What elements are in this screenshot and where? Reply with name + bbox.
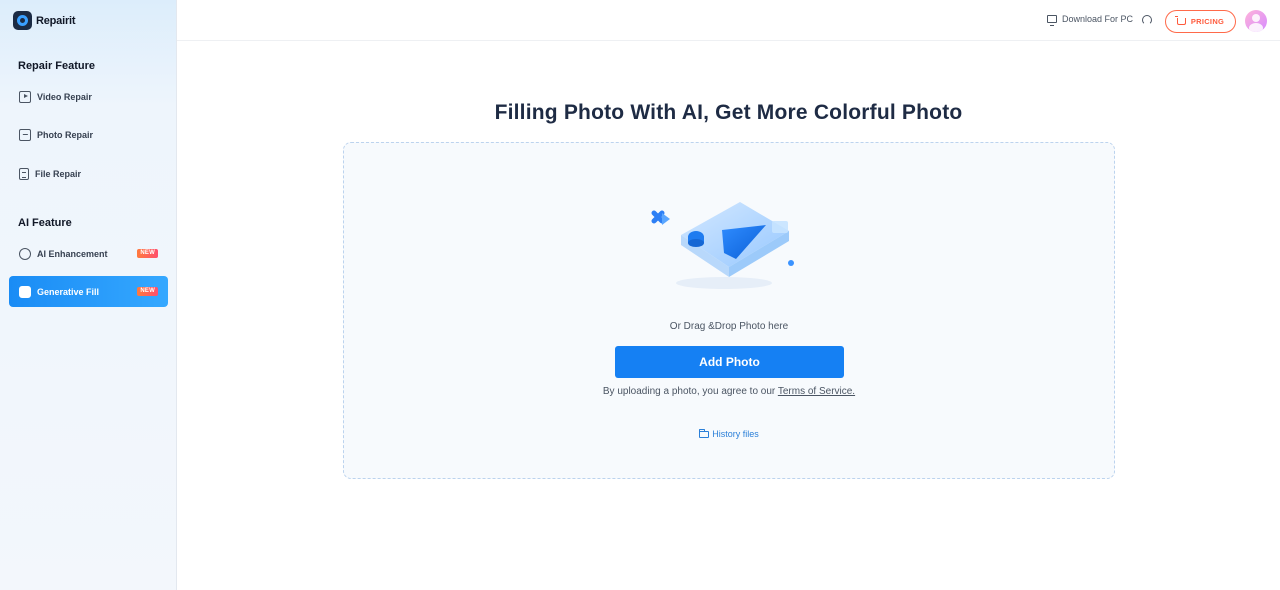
cart-icon [1174, 16, 1186, 25]
sidebar-item-label: Generative Fill [37, 286, 100, 297]
app-root: Repairit Repair Feature Video Repair Pho… [0, 0, 1280, 590]
upload-illustration [651, 202, 794, 289]
photo-icon [19, 128, 31, 141]
sidebar-item-label: File Repair [35, 168, 82, 179]
photo-drop-zone[interactable]: Or Drag &Drop Photo here Add Photo By up… [343, 142, 1115, 479]
history-files-link[interactable]: History files [344, 428, 1114, 439]
folder-icon [699, 428, 710, 438]
sidebar-item-label: Video Repair [37, 91, 92, 102]
ai-feature-heading: AI Feature [18, 217, 72, 229]
sidebar-item-generative-fill[interactable]: Generative Fill NEW [9, 276, 168, 307]
app-logo[interactable]: Repairit [13, 11, 76, 30]
sidebar-item-label: AI Enhancement [37, 248, 108, 259]
terms-notice: By uploading a photo, you agree to our T… [344, 386, 1114, 397]
repair-feature-heading: Repair Feature [18, 60, 96, 72]
sidebar-item-ai-enhancement[interactable]: AI Enhancement NEW [9, 238, 168, 269]
user-avatar[interactable] [1245, 10, 1267, 32]
support-headset-icon[interactable] [1142, 15, 1152, 25]
history-label: History files [712, 429, 759, 439]
drag-drop-hint: Or Drag &Drop Photo here [669, 321, 789, 332]
new-badge: NEW [137, 287, 158, 296]
sidebar-item-photo-repair[interactable]: Photo Repair [9, 119, 168, 150]
add-photo-button[interactable]: Add Photo [615, 346, 844, 378]
page-title: Filling Photo With AI, Get More Colorful… [494, 101, 963, 124]
repairit-logo-icon [13, 11, 32, 30]
sidebar: Repairit Repair Feature Video Repair Pho… [0, 0, 177, 590]
ai-icon [19, 247, 31, 260]
file-icon [19, 167, 29, 180]
sidebar-item-video-repair[interactable]: Video Repair [9, 81, 168, 112]
pricing-label: PRICING [1190, 17, 1225, 26]
top-bar: Download For PC PRICING [177, 0, 1280, 41]
pricing-button[interactable]: PRICING [1165, 10, 1236, 33]
sidebar-item-file-repair[interactable]: File Repair [9, 158, 168, 189]
sidebar-item-label: Photo Repair [37, 129, 94, 140]
terms-prefix: By uploading a photo, you agree to our [602, 386, 778, 397]
monitor-icon [1047, 15, 1057, 26]
terms-of-service-link[interactable]: Terms of Service. [778, 386, 855, 397]
download-label: Download For PC [1062, 14, 1134, 24]
app-name: Repairit [36, 14, 76, 27]
download-for-pc-link[interactable]: Download For PC [1047, 14, 1134, 26]
video-icon [19, 90, 31, 103]
generative-fill-icon [19, 285, 31, 298]
new-badge: NEW [137, 249, 158, 258]
